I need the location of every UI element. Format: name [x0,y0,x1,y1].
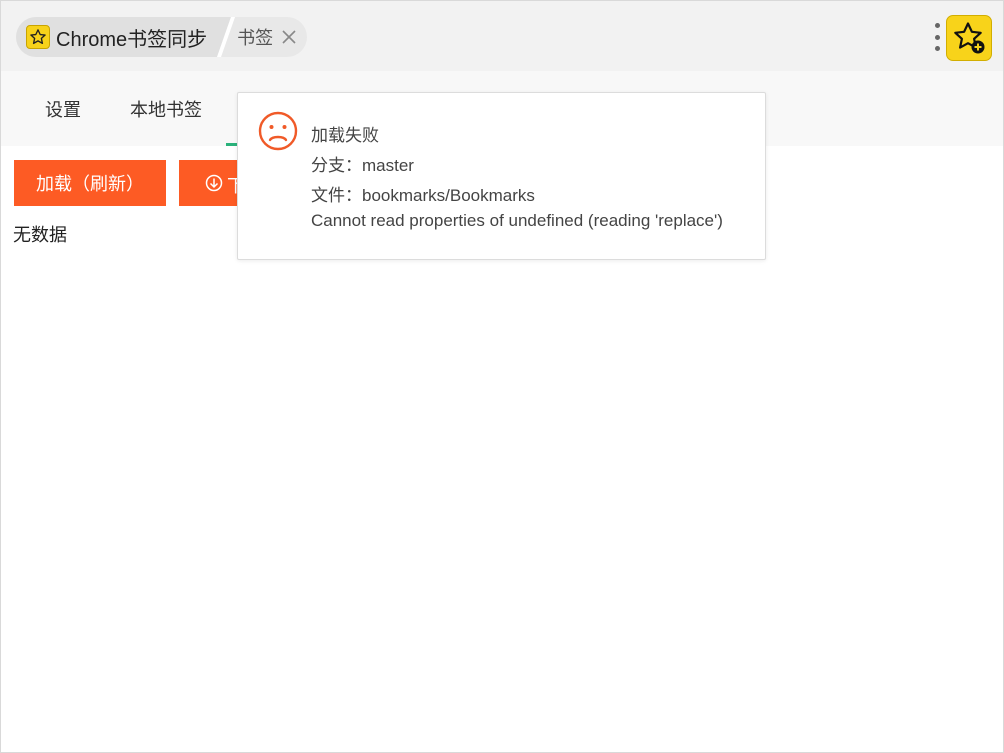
kebab-icon[interactable] [933,23,941,51]
close-icon[interactable] [281,29,297,45]
page-label: 书签 [237,28,274,48]
header: Chrome书签同步 书签 [1,1,1003,71]
download-icon [205,174,223,197]
tab-label: 设置 [45,99,81,120]
tab-label: 本地书签 [130,99,202,120]
breadcrumb-separator [217,17,236,57]
load-button-label: 加载（刷新） [36,174,144,194]
breadcrumb: Chrome书签同步 书签 [16,17,308,57]
tab-settings[interactable]: 设置 [45,71,81,146]
app-window: Chrome书签同步 书签 设置 本地书签 加载（刷新） 无数据 加载失败 分支… [0,0,1004,753]
breadcrumb-page[interactable]: 书签 [235,17,308,57]
error-message: Cannot read properties of undefined (rea… [311,211,723,230]
sad-face-icon [258,111,298,151]
empty-state-text: 无数据 [13,225,67,245]
load-refresh-button[interactable]: 加载（刷新） [14,160,166,206]
app-title: Chrome书签同步 [56,28,208,51]
error-file: 文件：bookmarks/Bookmarks [311,186,535,205]
error-title: 加载失败 [311,126,379,145]
download-button[interactable]: 下 [179,160,239,206]
tab-local-bookmarks[interactable]: 本地书签 [130,71,202,146]
error-popup: 加载失败 分支：master 文件：bookmarks/Bookmarks Ca… [237,92,766,260]
star-icon [26,25,50,49]
breadcrumb-app[interactable]: Chrome书签同步 [16,17,218,57]
error-branch: 分支：master [311,156,414,175]
star-add-icon[interactable] [946,15,992,61]
